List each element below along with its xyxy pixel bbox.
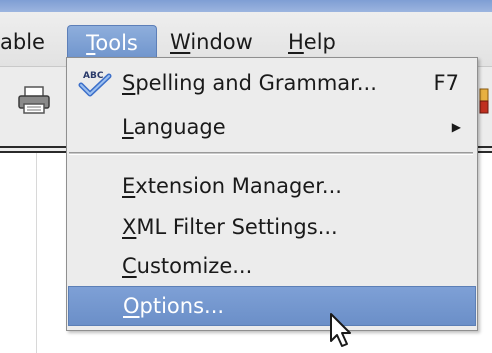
- tools-menu-dropdown: ABC Spelling and Grammar... F7 Language …: [66, 57, 478, 331]
- menu-item-label: Spelling and Grammar...: [122, 64, 377, 102]
- menu-item-label: Language: [122, 108, 226, 146]
- menu-tools-label: ools: [95, 31, 138, 55]
- mnemonic: C: [122, 254, 137, 278]
- menu-item-label: Options...: [123, 287, 224, 325]
- mnemonic: X: [122, 215, 137, 239]
- document-margin: [0, 153, 68, 353]
- menu-tools-mnemonic: T: [86, 31, 96, 55]
- menu-item-extension-manager[interactable]: Extension Manager...: [67, 167, 477, 205]
- menu-item-label: Customize...: [122, 247, 252, 285]
- menu-item-label: Extension Manager...: [122, 167, 342, 205]
- menu-separator: [69, 152, 473, 155]
- label-text: ustomize...: [136, 254, 253, 278]
- menu-window-label: indow: [190, 30, 253, 54]
- menu-item-options[interactable]: Options...: [68, 286, 476, 326]
- shortcut-label: F7: [433, 71, 459, 95]
- ruler-line: [36, 153, 37, 353]
- label-text: ML Filter Settings...: [136, 215, 338, 239]
- menu-help[interactable]: Help: [288, 26, 336, 58]
- spellcheck-icon: ABC: [78, 71, 112, 97]
- menu-tools[interactable]: Tools: [67, 25, 157, 60]
- label-text: xtension Manager...: [135, 174, 342, 198]
- mouse-pointer-icon: [330, 313, 351, 347]
- menu-item-language[interactable]: Language ▶: [67, 108, 477, 146]
- mnemonic: O: [123, 294, 140, 318]
- menu-item-label: XML Filter Settings...: [122, 208, 338, 246]
- menu-item-xml-filter-settings[interactable]: XML Filter Settings...: [67, 208, 477, 246]
- mnemonic: S: [122, 71, 136, 95]
- menu-item-customize[interactable]: Customize...: [67, 247, 477, 285]
- menu-table-label: able: [0, 30, 45, 54]
- mnemonic: E: [122, 174, 136, 198]
- menu-help-label: elp: [303, 30, 336, 54]
- mnemonic: L: [122, 115, 134, 139]
- window-title-strip: [0, 0, 492, 12]
- menu-window[interactable]: Window: [170, 26, 253, 58]
- menu-window-mnemonic: W: [170, 30, 191, 54]
- label-text: ptions...: [139, 294, 225, 318]
- menu-table[interactable]: able: [0, 26, 45, 58]
- svg-text:ABC: ABC: [83, 71, 104, 81]
- label-text: anguage: [133, 115, 226, 139]
- label-text: pelling and Grammar...: [135, 71, 377, 95]
- submenu-arrow-icon: ▶: [451, 120, 461, 134]
- menu-help-mnemonic: H: [288, 30, 304, 54]
- menu-item-spelling-and-grammar[interactable]: ABC Spelling and Grammar... F7: [67, 64, 477, 102]
- printer-icon[interactable]: [17, 85, 51, 115]
